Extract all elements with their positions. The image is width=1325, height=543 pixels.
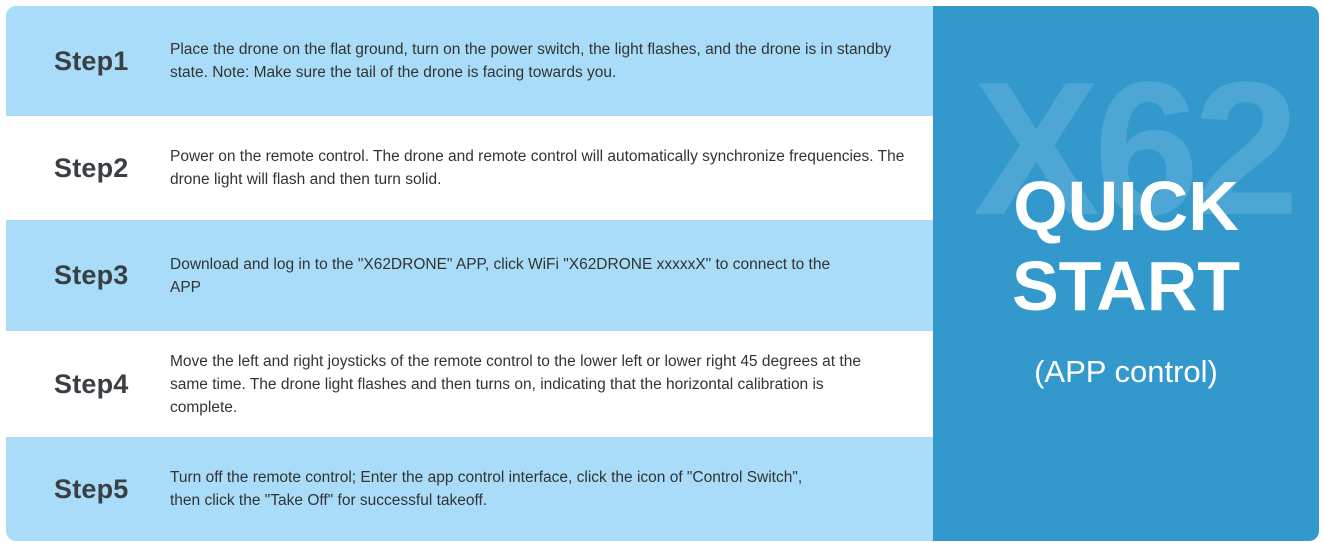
step-description: Power on the remote control. The drone a… — [170, 148, 905, 188]
step-label: Step2 — [54, 152, 129, 183]
step-row-5: Step5 Turn off the remote control; Enter… — [6, 437, 933, 541]
step-description: Turn off the remote control; Enter the a… — [170, 469, 803, 509]
step-row-2: Step2 Power on the remote control. The d… — [6, 116, 933, 220]
step-row-1: Step1 Place the drone on the flat ground… — [6, 6, 933, 116]
step-description: Move the left and right joysticks of the… — [170, 352, 861, 416]
panel-title-line1: QUICK — [1013, 167, 1239, 245]
panel-subtitle: (APP control) — [1034, 354, 1218, 389]
step-description: Place the drone on the flat ground, turn… — [170, 41, 892, 81]
step-row-4: Step4 Move the left and right joysticks … — [6, 331, 933, 437]
quick-start-panel: X62 QUICK START (APP control) — [933, 6, 1319, 541]
step-description: Download and log in to the "X62DRONE" AP… — [170, 255, 831, 296]
step-label: Step1 — [54, 45, 129, 76]
step-label: Step5 — [54, 473, 129, 504]
panel-title-line2: START — [1011, 247, 1241, 325]
step-row-3: Step3 Download and log in to the "X62DRO… — [6, 220, 933, 331]
step-label: Step4 — [54, 368, 129, 399]
step-label: Step3 — [54, 260, 129, 290]
steps-list: Step1 Place the drone on the flat ground… — [6, 6, 933, 541]
quick-start-card: Step1 Place the drone on the flat ground… — [6, 6, 1319, 541]
